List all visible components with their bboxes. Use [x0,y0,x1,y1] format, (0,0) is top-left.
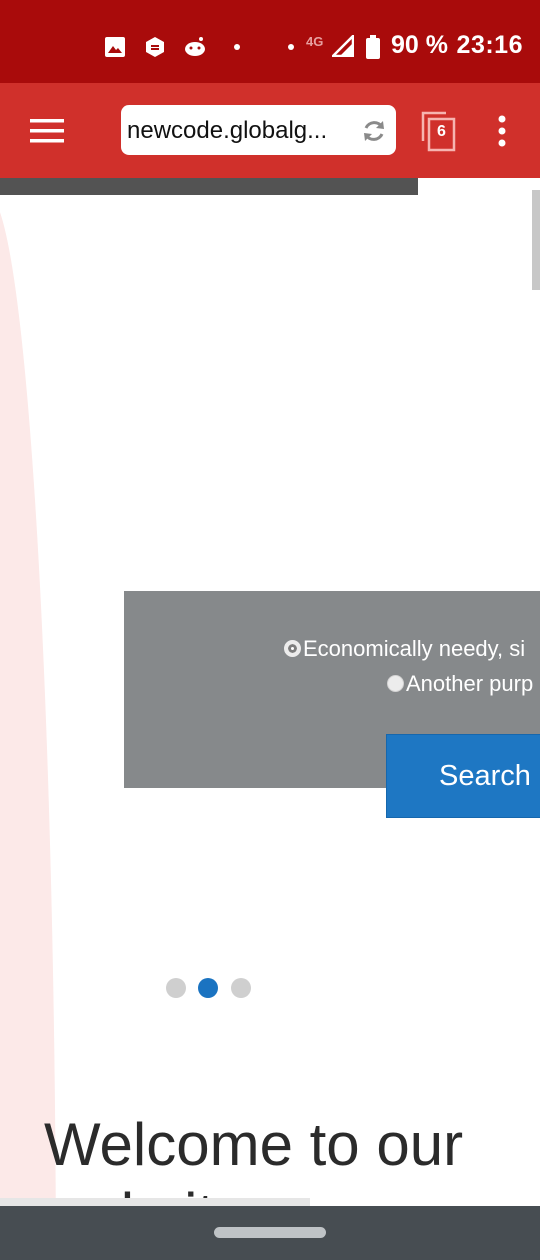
network-type: 4G [306,34,324,49]
search-button[interactable]: Search [386,734,540,818]
bottom-shade [0,1198,310,1206]
more-options-icon[interactable] [497,115,507,147]
battery-percent: 90 % [391,31,448,59]
dot-icon [288,44,294,50]
reddit-icon [185,37,205,56]
page-scrollbar[interactable] [532,190,540,290]
hamburger-menu-icon[interactable] [30,119,64,143]
url-text[interactable]: newcode.globalg... [127,117,352,145]
decorative-curve [0,195,56,1206]
battery-icon [366,35,380,59]
gesture-handle[interactable] [214,1227,326,1238]
radio-label: Another purp [406,671,534,696]
address-bar[interactable]: newcode.globalg... [121,105,396,155]
radio-unchecked-icon[interactable] [387,675,404,692]
clock: 23:16 [456,31,523,59]
radio-option-another[interactable]: Another purp [387,671,533,697]
signal-icon [332,35,354,57]
carousel-dot[interactable] [166,978,186,998]
reload-icon[interactable] [361,118,387,144]
radio-label: Economically needy, si [303,636,526,661]
shield-hexagon-icon [146,37,164,57]
system-nav-bar [0,1206,540,1260]
carousel-dot[interactable] [231,978,251,998]
browser-toolbar: newcode.globalg... 6 [0,83,540,178]
radio-option-needy[interactable]: Economically needy, si [284,636,525,662]
status-bar: 4G 90 % 23:16 [0,0,540,83]
page-heading: Welcome to our website [44,1111,464,1206]
tabs-button[interactable]: 6 [420,110,456,152]
loading-bar [0,178,418,195]
carousel-dot-active[interactable] [198,978,218,998]
dot-icon [234,44,240,50]
tab-count: 6 [437,123,446,140]
radio-checked-icon[interactable] [284,640,301,657]
web-content[interactable]: Economically needy, si Another purp Sear… [0,178,540,1206]
image-icon [105,37,125,57]
